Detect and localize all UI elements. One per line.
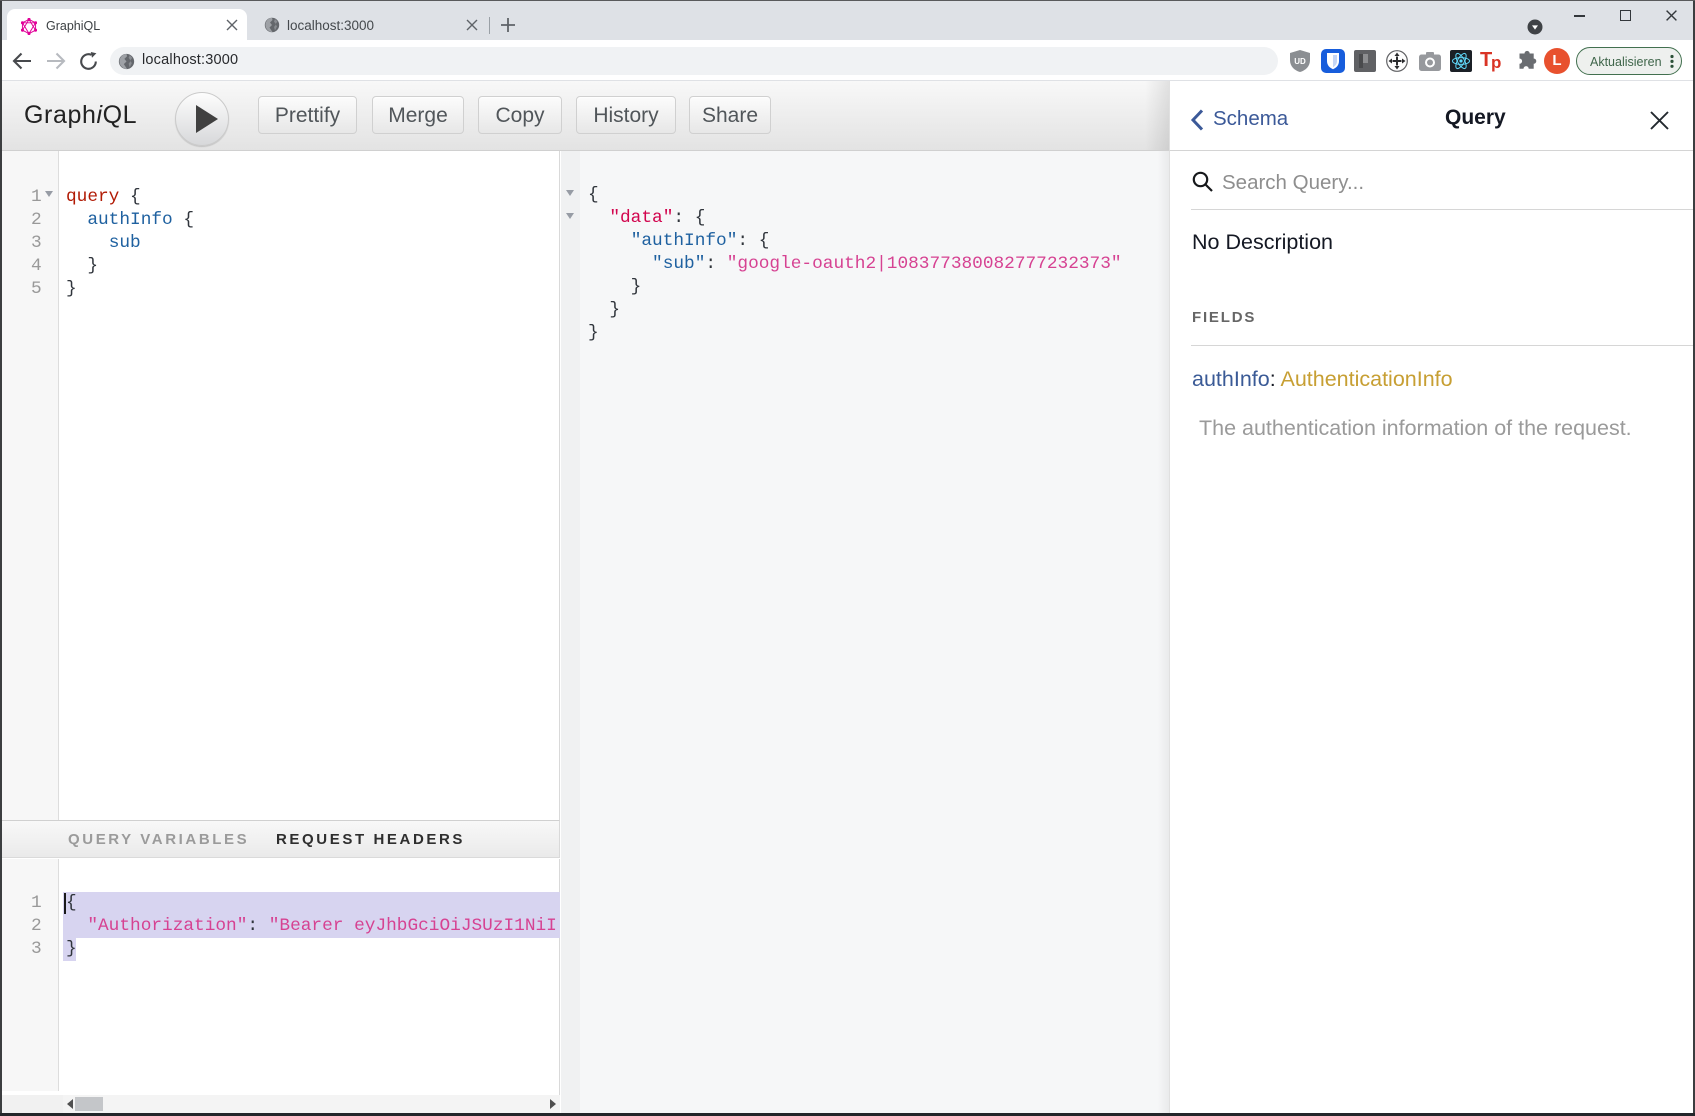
- svg-text:UD: UD: [1294, 57, 1306, 66]
